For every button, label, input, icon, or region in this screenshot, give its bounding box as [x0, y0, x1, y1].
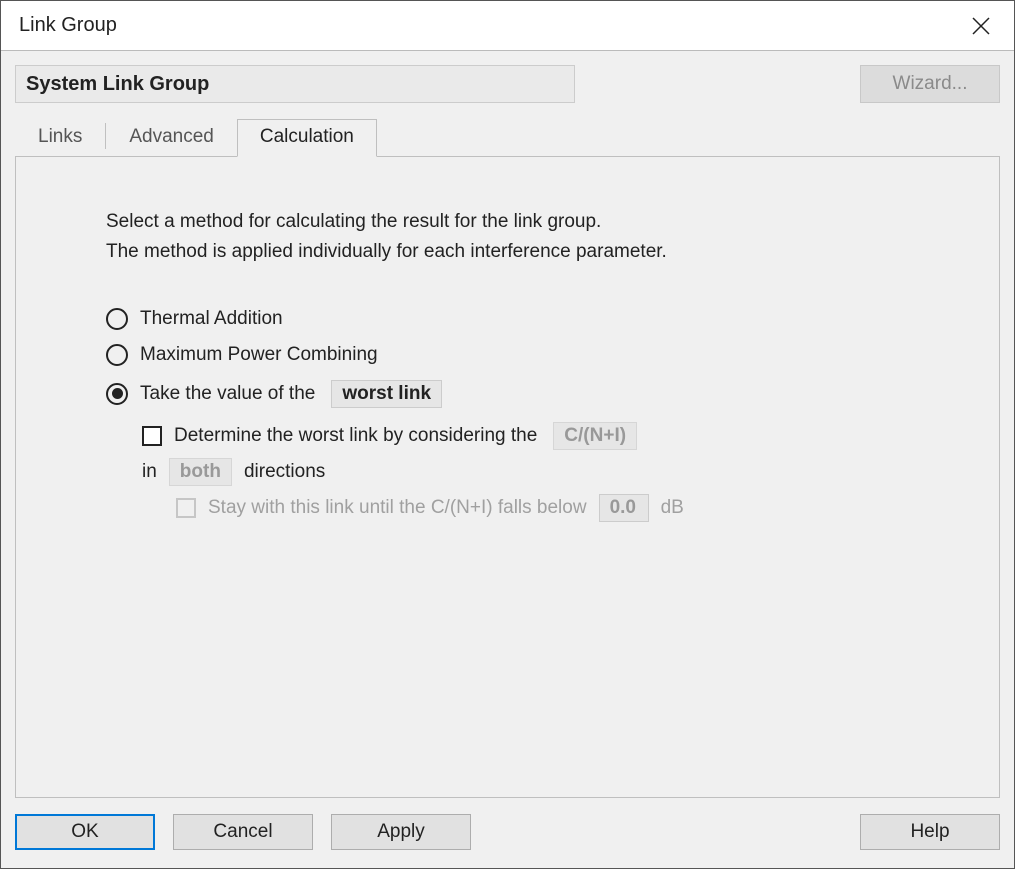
dialog-body: System Link Group Wizard... Links Advanc…: [1, 51, 1014, 798]
directions-label: directions: [244, 461, 325, 483]
header-row: System Link Group Wizard...: [15, 65, 1000, 103]
direction-row: in both directions: [142, 458, 929, 486]
stay-row-wrapper: Stay with this link until the C/(N+I) fa…: [176, 494, 929, 522]
tabs: Links Advanced Calculation: [15, 119, 1000, 156]
radio-thermal-addition[interactable]: Thermal Addition: [106, 308, 929, 330]
checkbox-label-prefix: Determine the worst link by considering …: [174, 425, 537, 447]
in-label: in: [142, 461, 157, 483]
close-icon: [972, 17, 990, 35]
ok-button[interactable]: OK: [15, 814, 155, 850]
instruction-text: Select a method for calculating the resu…: [106, 207, 929, 268]
titlebar: Link Group: [1, 1, 1014, 51]
close-button[interactable]: [958, 3, 1004, 49]
help-button[interactable]: Help: [860, 814, 1000, 850]
threshold-input: 0.0: [599, 494, 649, 522]
radio-icon: [106, 344, 128, 366]
radio-take-value[interactable]: Take the value of the worst link: [106, 380, 929, 408]
radio-label-prefix: Take the value of the: [140, 383, 315, 405]
radio-icon: [106, 308, 128, 330]
instruction-line-1: Select a method for calculating the resu…: [106, 207, 929, 237]
wizard-button[interactable]: Wizard...: [860, 65, 1000, 103]
criterion-select[interactable]: C/(N+I): [553, 422, 637, 450]
group-name-field[interactable]: System Link Group: [15, 65, 575, 103]
dialog-link-group: Link Group System Link Group Wizard... L…: [0, 0, 1015, 869]
radio-max-power-combining[interactable]: Maximum Power Combining: [106, 344, 929, 366]
tab-advanced[interactable]: Advanced: [106, 119, 237, 156]
checkbox-determine-worst[interactable]: Determine the worst link by considering …: [142, 422, 929, 450]
checkbox-icon: [142, 426, 162, 446]
checkbox-stay-with-link: Stay with this link until the C/(N+I) fa…: [176, 494, 929, 522]
tab-panel-calculation: Select a method for calculating the resu…: [15, 156, 1000, 798]
tab-links[interactable]: Links: [15, 119, 105, 156]
worst-link-select[interactable]: worst link: [331, 380, 442, 408]
window-title: Link Group: [19, 14, 958, 37]
sub-options: Determine the worst link by considering …: [142, 422, 929, 522]
radio-icon: [106, 383, 128, 405]
radio-label: Thermal Addition: [140, 308, 283, 330]
threshold-unit: dB: [661, 497, 684, 519]
tab-calculation[interactable]: Calculation: [237, 119, 377, 157]
stay-label-prefix: Stay with this link until the C/(N+I) fa…: [208, 497, 587, 519]
dialog-footer: OK Cancel Apply Help: [1, 798, 1014, 868]
cancel-button[interactable]: Cancel: [173, 814, 313, 850]
checkbox-icon: [176, 498, 196, 518]
direction-select[interactable]: both: [169, 458, 232, 486]
apply-button[interactable]: Apply: [331, 814, 471, 850]
radio-label: Maximum Power Combining: [140, 344, 378, 366]
instruction-line-2: The method is applied individually for e…: [106, 237, 929, 267]
